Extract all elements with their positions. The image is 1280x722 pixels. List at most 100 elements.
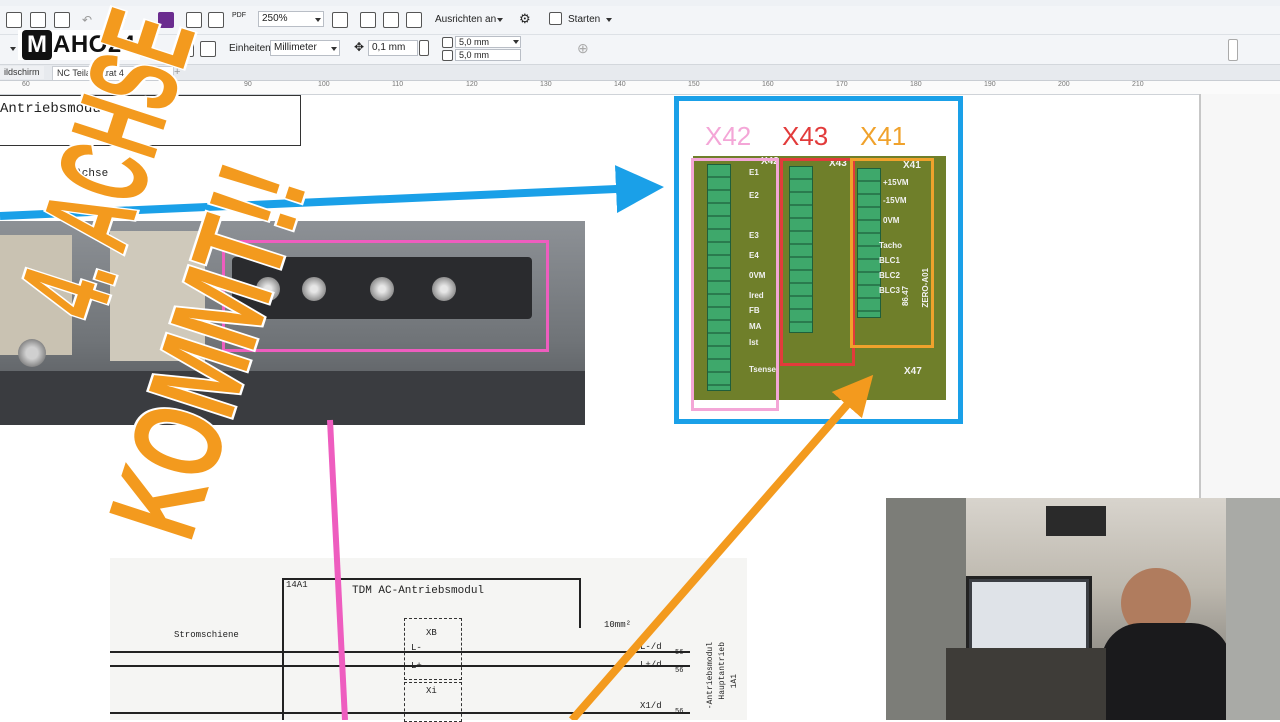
- document-title: Antriebsmodul: [0, 101, 110, 117]
- ruler-tick: 160: [762, 81, 774, 88]
- person-body: [1101, 623, 1231, 720]
- ruler-tick: 70: [96, 81, 104, 88]
- units-label: Einheiten:: [229, 43, 274, 54]
- drive-module-photo[interactable]: [0, 221, 585, 425]
- output-x1: X1/d: [640, 701, 662, 711]
- arrow-blue: [0, 165, 664, 220]
- ruler-tick: 110: [392, 81, 404, 88]
- label-x43: X43: [782, 121, 829, 151]
- terminal-rail: [0, 371, 585, 425]
- document-tab-bar: ildschirm NC Teilapparat 4. achs... +: [0, 65, 1280, 81]
- export-icon[interactable]: [208, 12, 224, 28]
- output-l-minus: L-/d: [640, 642, 662, 652]
- tab-nc-teilapparat[interactable]: NC Teilapparat 4. achs...: [52, 66, 174, 80]
- schematic-line: [282, 578, 284, 720]
- wire-gauge: 10mm²: [604, 620, 632, 630]
- property-bar-bottom: Einheiten: Millimeter ✥ 0,1 mm 5,0 mm 5,…: [0, 35, 1280, 65]
- schematic-heading: TDM AC-Antriebsmodul: [352, 585, 485, 597]
- paste-icon[interactable]: [54, 12, 70, 28]
- output-l-plus: L+/d: [640, 660, 662, 670]
- camera-arm: [1046, 506, 1106, 536]
- toolbar-options-icon[interactable]: [1228, 39, 1238, 61]
- chevron-down-icon[interactable]: [497, 18, 503, 22]
- chevron-down-icon[interactable]: [513, 40, 519, 44]
- wire-number: 56: [675, 649, 684, 657]
- terminal-l-minus: L-: [411, 643, 422, 653]
- logo-initial: M: [22, 30, 52, 60]
- ruler-tick: 190: [984, 81, 996, 88]
- ruler-tick: 140: [614, 81, 626, 88]
- ruler-tick: 200: [1058, 81, 1070, 88]
- document-subtitle: 4.Achse: [62, 168, 109, 180]
- chevron-down-icon[interactable]: [10, 47, 16, 51]
- nudge-stepper[interactable]: [419, 40, 429, 56]
- terminal-xb: XB: [426, 628, 437, 638]
- webcam-inset: [886, 498, 1280, 720]
- tab-welcome[interactable]: ildschirm: [0, 66, 44, 79]
- schematic-line: [579, 578, 581, 628]
- outline-x41: [850, 158, 934, 348]
- ruler-tick: 90: [244, 81, 252, 88]
- module-label: [110, 231, 205, 361]
- side-label: 1A1: [730, 674, 739, 689]
- chevron-down-icon[interactable]: [606, 18, 612, 22]
- ruler-tick: 130: [540, 81, 552, 88]
- redo-icon[interactable]: ↷: [116, 13, 126, 27]
- logo-text: AHO24: [53, 31, 136, 58]
- terminal-l-plus: L+: [411, 661, 422, 671]
- duplicate-distance-y[interactable]: 5,0 mm: [455, 49, 521, 61]
- treat-as-filled-icon[interactable]: [178, 41, 194, 57]
- ruler-tick: 80: [170, 81, 178, 88]
- ruler-tick: 100: [318, 81, 330, 88]
- add-preset-icon[interactable]: ⊕: [577, 40, 589, 57]
- label-x42: X42: [705, 121, 752, 151]
- ruler-icon[interactable]: [200, 41, 216, 57]
- import-icon[interactable]: [186, 12, 202, 28]
- side-label: Hauptantrieb: [718, 642, 727, 700]
- chevron-down-icon[interactable]: [331, 47, 337, 51]
- ruler-tick: 150: [688, 81, 700, 88]
- add-tab-icon[interactable]: +: [170, 66, 184, 79]
- units-select[interactable]: Millimeter: [270, 40, 340, 56]
- horizontal-ruler[interactable]: 60 70 80 90 100 110 120 130 140 150 160 170 180 190 20…: [0, 81, 1280, 95]
- launch-button[interactable]: Starten: [568, 14, 600, 25]
- door: [1226, 498, 1280, 720]
- ruler-tick: 120: [466, 81, 478, 88]
- wire-number: 56: [675, 708, 684, 716]
- duplicate-distance-x[interactable]: 5,0 mm: [455, 36, 521, 48]
- outline-x42: [691, 158, 779, 411]
- wire-number: 56: [675, 667, 684, 675]
- nudge-icon: ✥: [354, 40, 365, 54]
- snap-to-dropdown[interactable]: Ausrichten an: [435, 14, 496, 25]
- new-icon[interactable]: [6, 12, 22, 28]
- box-id: 14A1: [286, 580, 308, 590]
- schematic-line: [110, 665, 690, 667]
- schematic-line: [282, 578, 579, 580]
- undo-icon[interactable]: ↶: [82, 13, 92, 27]
- ruler-tick: 180: [910, 81, 922, 88]
- schematic-line: [110, 651, 690, 653]
- desk: [946, 648, 1106, 720]
- rulers-icon[interactable]: [360, 12, 376, 28]
- full-screen-icon[interactable]: [332, 12, 348, 28]
- corel-connect-icon[interactable]: [158, 12, 174, 28]
- copy-icon[interactable]: [30, 12, 46, 28]
- screw: [18, 339, 46, 367]
- grid-icon[interactable]: [383, 12, 399, 28]
- side-label: -Antriebsmodul: [706, 642, 715, 710]
- ruler-tick: 60: [22, 81, 30, 88]
- wiring-schematic[interactable]: 14A1 TDM AC-Antriebsmodul Stromschiene X…: [110, 558, 747, 722]
- highlight-box-pink: [222, 240, 549, 352]
- chevron-down-icon[interactable]: [315, 18, 321, 22]
- property-bar-top: ↶ ↷ PDF 250% Ausrichten an ⚙ Starten: [0, 6, 1280, 35]
- ruler-tick: 210: [1132, 81, 1144, 88]
- pdf-label[interactable]: PDF: [232, 12, 246, 19]
- schematic-line: [110, 712, 690, 714]
- outline-x43: [780, 158, 855, 366]
- nudge-field[interactable]: 0,1 mm: [368, 40, 418, 56]
- connector-board-frame[interactable]: X42 X43 X41 E1 E2 E3 E4 0VM Ired FB MA I…: [674, 96, 963, 424]
- gear-icon[interactable]: ⚙: [519, 11, 531, 27]
- guidelines-icon[interactable]: [406, 12, 422, 28]
- duplicate-x-icon: [442, 37, 453, 48]
- launch-icon[interactable]: [549, 12, 562, 25]
